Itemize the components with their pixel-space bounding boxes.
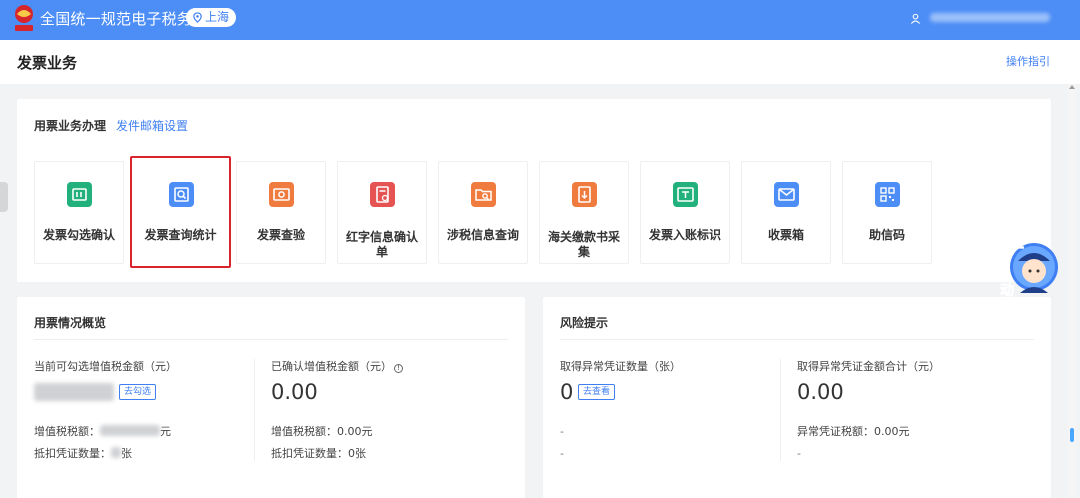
user-name-redacted[interactable] xyxy=(930,13,1050,22)
column-divider xyxy=(780,359,781,461)
selectable-vat-amount-redacted xyxy=(34,383,114,401)
side-collapse-tab[interactable] xyxy=(0,182,8,212)
deduction-voucher-count-label: 抵扣凭证数量：张 xyxy=(34,447,132,460)
abnormal-voucher-count-label: 取得异常凭证数量（张） xyxy=(560,360,681,373)
go-select-button[interactable]: 去勾选 xyxy=(119,384,157,400)
page-title: 发票业务 xyxy=(17,54,78,72)
column-divider xyxy=(254,359,255,461)
brand-title: 全国统一规范电子税务局 xyxy=(40,10,208,28)
tile-invoice-select-confirm[interactable]: 发票勾选确认 xyxy=(34,161,124,264)
title-bar: 发票业务 操作指引 xyxy=(0,40,1080,84)
usage-overview-panel: 用票情况概览 当前可勾选增值税金额（元） 去勾选 增值税税额：元 抵扣凭证数量：… xyxy=(17,297,525,498)
top-bar: 全国统一规范电子税务局 上海 xyxy=(0,0,1080,40)
operation-guide-link[interactable]: 操作指引 xyxy=(1006,55,1050,69)
abnormal-voucher-count-value: 0 xyxy=(560,380,574,404)
tile-invoice-query-stats[interactable]: 发票查询统计 xyxy=(130,156,231,268)
abnormal-voucher-amount-value: 0.00 xyxy=(797,380,844,404)
tile-label: 收票箱 xyxy=(767,228,804,242)
mascot-officer-icon: 征 纳 互 动 xyxy=(988,234,1058,299)
dash-placeholder: - xyxy=(560,425,564,438)
doc-check-icon xyxy=(370,182,395,207)
tile-label: 助信码 xyxy=(868,228,905,242)
confirmed-vat-tax-label: 增值税税额：0.00元 xyxy=(271,425,373,438)
sender-mailbox-settings-link[interactable]: 发件邮箱设置 xyxy=(116,117,188,134)
confirmed-voucher-count-label: 抵扣凭证数量：0张 xyxy=(271,447,366,460)
helper-char: 纳 xyxy=(992,246,1006,263)
risk-alert-panel: 风险提示 取得异常凭证数量（张） 0 去查看 - - 取得异常凭证金额合计（元）… xyxy=(543,297,1051,498)
doc-download-icon xyxy=(572,182,597,207)
tile-label: 发票入账标识 xyxy=(648,228,721,242)
tile-label: 发票勾选确认 xyxy=(42,228,115,242)
tile-label: 发票查询统计 xyxy=(144,228,217,242)
tile-invoice-inbox[interactable]: 收票箱 xyxy=(741,161,831,264)
ticket-stamp-icon xyxy=(673,182,698,207)
tile-tax-info-query[interactable]: 涉税信息查询 xyxy=(438,161,528,264)
scroll-up-arrow-icon[interactable] xyxy=(1069,85,1075,89)
selectable-vat-amount-label: 当前可勾选增值税金额（元） xyxy=(34,360,177,373)
abnormal-voucher-tax-label: 异常凭证税额：0.00元 xyxy=(797,425,910,438)
qr-code-icon xyxy=(875,182,900,207)
helper-char: 征 xyxy=(1010,234,1024,251)
ticket-icon xyxy=(67,182,92,207)
tile-label: 涉税信息查询 xyxy=(446,228,519,242)
helper-char: 互 xyxy=(988,267,1002,283)
usage-section-title: 用票情况概览 xyxy=(34,316,107,330)
region-selector[interactable]: 上海 xyxy=(186,8,237,27)
confirmed-vat-amount-label: 已确认增值税金额（元）! xyxy=(271,360,403,374)
tile-label: 海关缴款书采集 xyxy=(547,230,620,259)
location-pin-icon xyxy=(193,12,202,23)
section-divider xyxy=(560,339,1034,340)
info-icon[interactable]: ! xyxy=(394,364,403,373)
tax-emblem-icon xyxy=(15,5,33,31)
vat-tax-amount-label: 增值税税额：元 xyxy=(34,425,171,438)
invoice-business-panel: 用票业务办理 发件邮箱设置 发票勾选确认 发票查询统计 发票查验 红字信息确认单 xyxy=(17,99,1051,282)
abnormal-voucher-amount-label: 取得异常凭证金额合计（元） xyxy=(797,360,940,373)
tile-label: 发票查验 xyxy=(256,228,305,242)
folder-search-icon xyxy=(471,182,496,207)
tile-invoice-accounting-mark[interactable]: 发票入账标识 xyxy=(640,161,730,264)
scrollbar-thumb[interactable] xyxy=(1070,428,1074,442)
section-divider xyxy=(34,339,508,340)
go-view-button[interactable]: 去查看 xyxy=(578,384,616,400)
tile-red-letter-confirm[interactable]: 红字信息确认单 xyxy=(337,161,427,264)
tax-interaction-helper[interactable]: 征 纳 互 动 xyxy=(982,231,1060,303)
mail-icon xyxy=(774,182,799,207)
search-doc-icon xyxy=(169,182,194,207)
tile-customs-payment-collect[interactable]: 海关缴款书采集 xyxy=(539,161,629,264)
dash-placeholder: - xyxy=(797,447,801,460)
risk-section-title: 风险提示 xyxy=(560,316,609,330)
tile-credit-code[interactable]: 助信码 xyxy=(842,161,932,264)
dash-placeholder: - xyxy=(560,447,564,460)
region-label: 上海 xyxy=(205,10,230,24)
tile-label: 红字信息确认单 xyxy=(345,230,418,259)
confirmed-vat-amount-value: 0.00 xyxy=(271,380,318,404)
user-icon[interactable] xyxy=(910,13,921,24)
tile-invoice-verify[interactable]: 发票查验 xyxy=(236,161,326,264)
ticket-verify-icon xyxy=(269,182,294,207)
business-section-title: 用票业务办理 xyxy=(34,119,107,133)
